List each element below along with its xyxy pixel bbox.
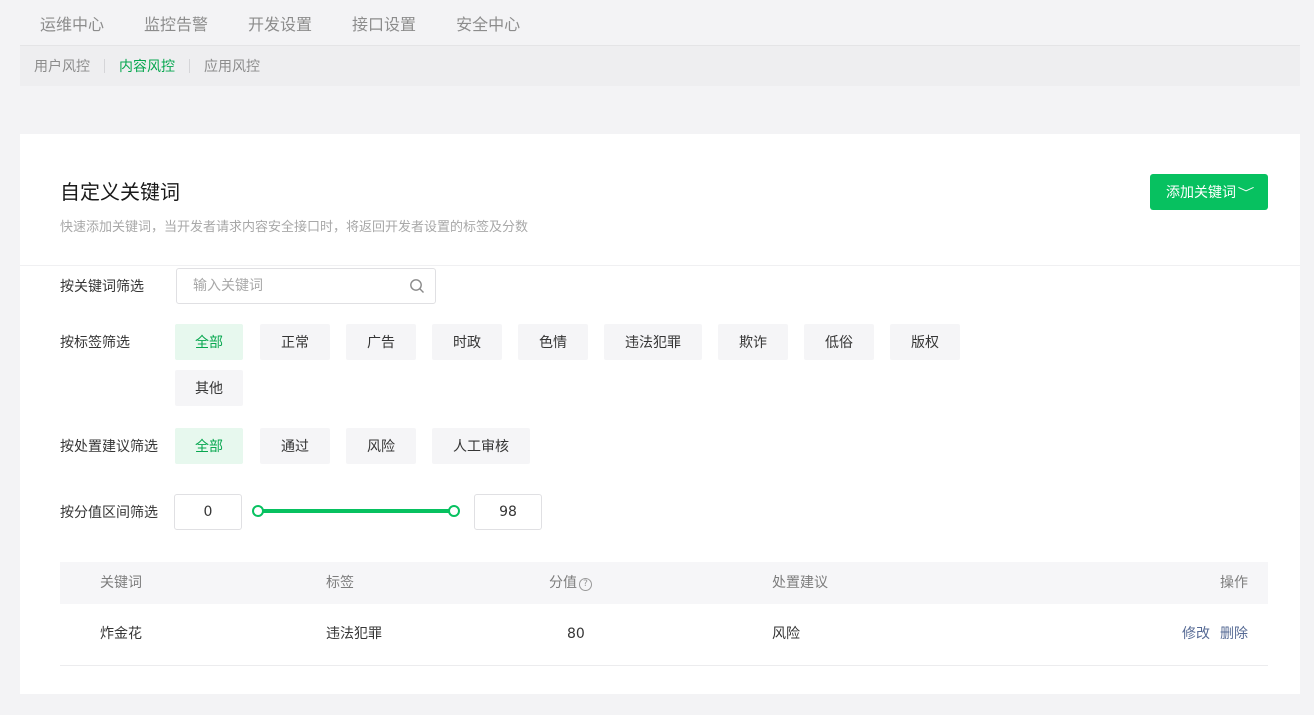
- tab-ops-center[interactable]: 运维中心: [40, 11, 104, 35]
- tag-chip-all[interactable]: 全部: [175, 324, 243, 360]
- suggestion-chip-all[interactable]: 全部: [175, 428, 243, 464]
- page-description: 快速添加关键词，当开发者请求内容安全接口时，将返回开发者设置的标签及分数: [60, 220, 529, 235]
- column-actions: 操作: [1220, 575, 1248, 591]
- suggestion-chip-pass[interactable]: 通过: [260, 428, 330, 464]
- tag-chip-fraud[interactable]: 欺诈: [718, 324, 788, 360]
- add-keyword-label: 添加关键词: [1165, 185, 1236, 201]
- column-keyword: 关键词: [100, 575, 142, 591]
- score-range-track[interactable]: [258, 509, 454, 513]
- table-header: 关键词 标签 分值? 处置建议 操作: [60, 562, 1268, 604]
- tab-api-settings[interactable]: 接口设置: [352, 11, 416, 35]
- subtab-user-risk[interactable]: 用户风控: [34, 56, 90, 76]
- subtab-app-risk[interactable]: 应用风控: [204, 56, 260, 76]
- score-filter-label: 按分值区间筛选: [60, 505, 158, 521]
- divider: [189, 59, 190, 73]
- tag-chip-ads[interactable]: 广告: [346, 324, 416, 360]
- column-score-label: 分值: [549, 575, 577, 591]
- cell-tag: 违法犯罪: [326, 626, 382, 642]
- tag-chip-politics[interactable]: 时政: [432, 324, 502, 360]
- cell-suggestion: 风险: [772, 626, 800, 642]
- score-max-handle[interactable]: [448, 505, 460, 517]
- keyword-search-box: [176, 268, 436, 304]
- score-min-input[interactable]: 0: [174, 494, 242, 530]
- chevron-down-icon: ﹀: [1237, 185, 1255, 200]
- tag-chip-illegal[interactable]: 违法犯罪: [604, 324, 702, 360]
- sub-nav: 用户风控 内容风控 应用风控: [20, 46, 1300, 86]
- page-title: 自定义关键词: [60, 180, 180, 204]
- column-score: 分值?: [549, 562, 592, 604]
- help-icon[interactable]: ?: [579, 578, 592, 591]
- subtab-content-risk[interactable]: 内容风控: [119, 56, 175, 76]
- tag-chip-normal[interactable]: 正常: [260, 324, 330, 360]
- tab-security-center[interactable]: 安全中心: [456, 11, 520, 35]
- table-row: 炸金花 违法犯罪 80 风险 修改 删除: [60, 604, 1268, 666]
- tab-dev-settings[interactable]: 开发设置: [248, 11, 312, 35]
- cell-score: 80: [567, 626, 585, 642]
- divider: [20, 265, 1300, 266]
- column-suggestion: 处置建议: [772, 575, 828, 591]
- add-keyword-button[interactable]: 添加关键词 ﹀: [1150, 174, 1268, 210]
- tag-chip-other[interactable]: 其他: [175, 370, 243, 406]
- score-max-input[interactable]: 98: [474, 494, 542, 530]
- search-icon[interactable]: [409, 278, 425, 294]
- score-min-handle[interactable]: [252, 505, 264, 517]
- keyword-filter-label: 按关键词筛选: [60, 279, 144, 295]
- suggestion-filter-label: 按处置建议筛选: [60, 439, 158, 455]
- suggestion-chip-manual-review[interactable]: 人工审核: [432, 428, 530, 464]
- keyword-search-input[interactable]: [177, 269, 387, 303]
- tag-chip-porn[interactable]: 色情: [518, 324, 588, 360]
- tab-monitoring[interactable]: 监控告警: [144, 11, 208, 35]
- delete-link[interactable]: 删除: [1220, 604, 1248, 664]
- tag-chip-vulgar[interactable]: 低俗: [804, 324, 874, 360]
- edit-link[interactable]: 修改: [1182, 604, 1210, 664]
- column-tag: 标签: [326, 575, 354, 591]
- tag-chip-copyright[interactable]: 版权: [890, 324, 960, 360]
- divider: [104, 59, 105, 73]
- top-nav: 运维中心 监控告警 开发设置 接口设置 安全中心: [20, 0, 1300, 46]
- suggestion-chip-risk[interactable]: 风险: [346, 428, 416, 464]
- cell-keyword: 炸金花: [100, 626, 142, 642]
- keyword-card: 自定义关键词 快速添加关键词，当开发者请求内容安全接口时，将返回开发者设置的标签…: [20, 134, 1300, 694]
- tag-filter-label: 按标签筛选: [60, 335, 130, 351]
